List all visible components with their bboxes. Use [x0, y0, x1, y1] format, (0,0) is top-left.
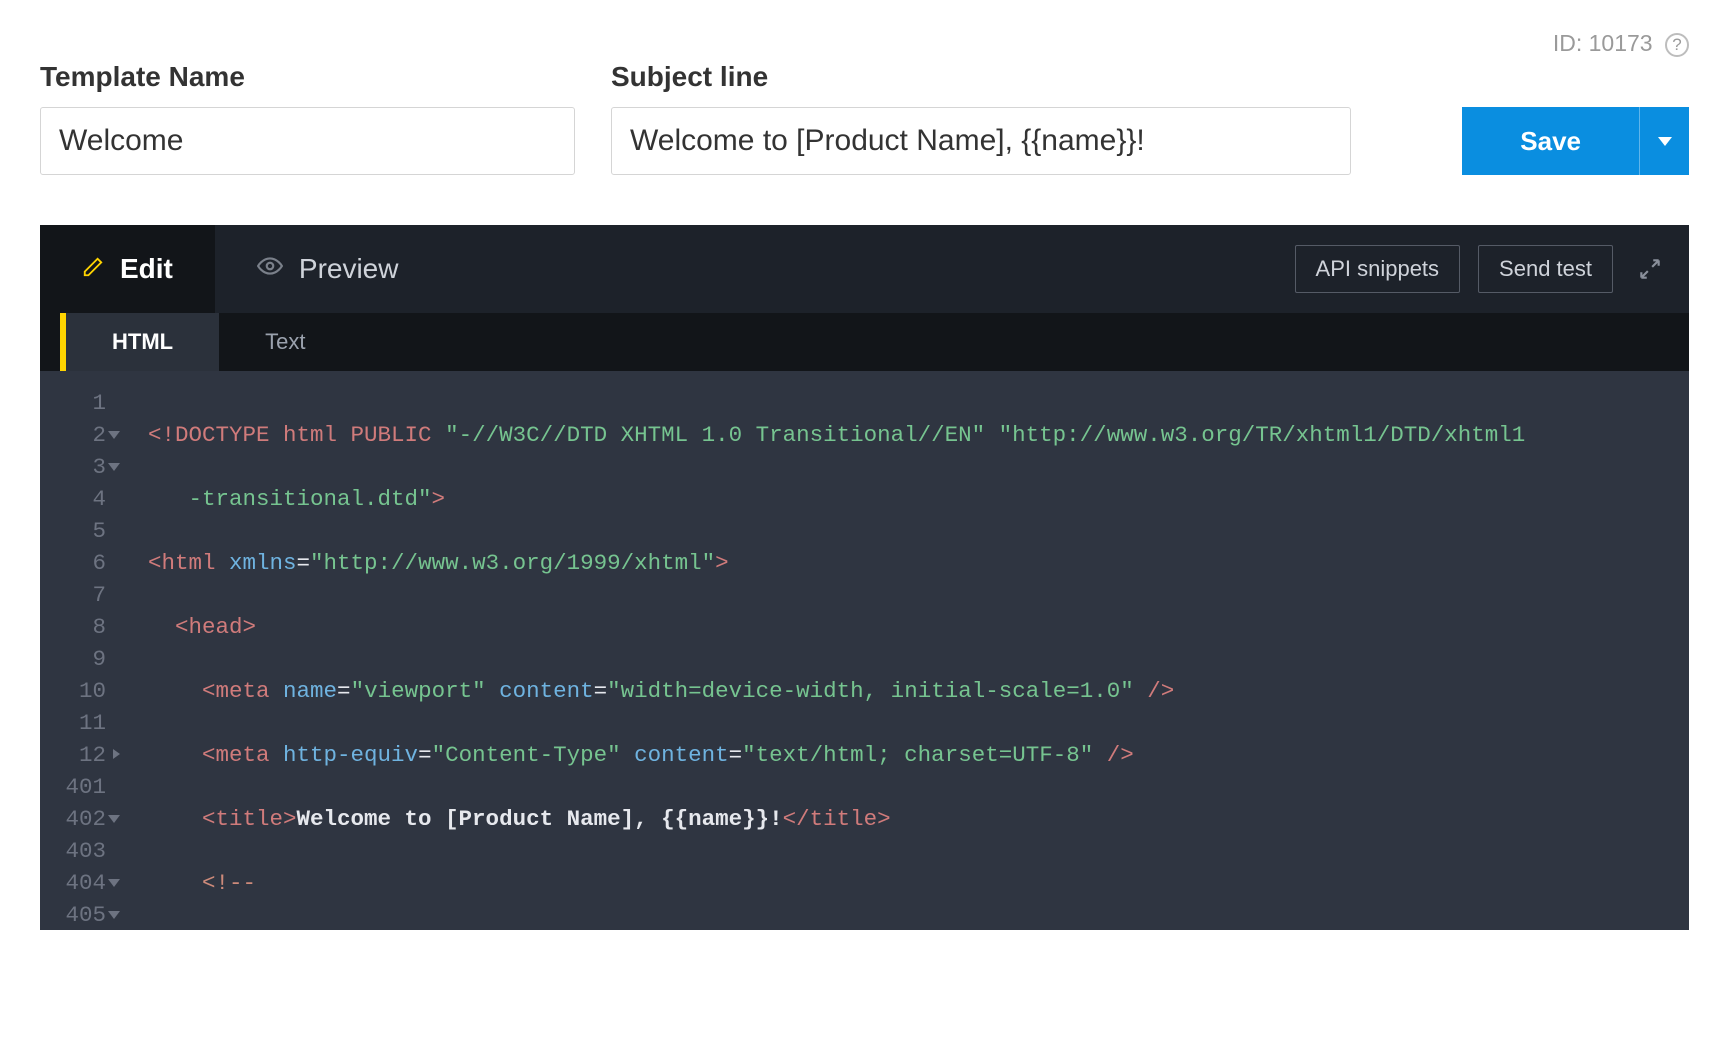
subject-line-label: Subject line	[611, 61, 1351, 93]
eye-icon	[257, 253, 283, 286]
subtab-html[interactable]: HTML	[66, 313, 219, 371]
pencil-icon	[82, 253, 104, 285]
line-gutter: 1 2 3 4 5 6 7 8 9 10 11 12 401 402 403 4…	[40, 371, 124, 930]
help-icon[interactable]: ?	[1665, 33, 1689, 57]
save-dropdown-button[interactable]	[1639, 107, 1689, 175]
tab-edit-label: Edit	[120, 253, 173, 285]
form-row: Template Name Subject line Save	[40, 61, 1689, 175]
subject-line-field: Subject line	[611, 61, 1351, 175]
editor-topbar: Edit Preview API snippets Send test	[40, 225, 1689, 313]
subject-line-input[interactable]	[611, 107, 1351, 175]
save-button[interactable]: Save	[1462, 107, 1639, 175]
template-id-row: ID: 10173 ?	[40, 30, 1689, 57]
code-content[interactable]: <!DOCTYPE html PUBLIC "-//W3C//DTD XHTML…	[124, 371, 1689, 930]
template-name-input[interactable]	[40, 107, 575, 175]
expand-icon[interactable]	[1637, 256, 1663, 282]
send-test-button[interactable]: Send test	[1478, 245, 1613, 293]
tab-edit[interactable]: Edit	[40, 225, 215, 313]
tab-preview[interactable]: Preview	[215, 225, 441, 313]
code-editor[interactable]: 1 2 3 4 5 6 7 8 9 10 11 12 401 402 403 4…	[40, 371, 1689, 930]
id-value: 10173	[1589, 30, 1653, 56]
tab-preview-label: Preview	[299, 253, 399, 285]
id-label: ID:	[1553, 30, 1582, 56]
editor-subtabs: HTML Text	[40, 313, 1689, 371]
editor-shell: Edit Preview API snippets Send test HTML…	[40, 225, 1689, 930]
api-snippets-button[interactable]: API snippets	[1295, 245, 1461, 293]
template-name-label: Template Name	[40, 61, 575, 93]
subtab-text[interactable]: Text	[219, 313, 351, 371]
chevron-down-icon	[1658, 137, 1672, 146]
template-name-field: Template Name	[40, 61, 575, 175]
save-button-group: Save	[1462, 107, 1689, 175]
